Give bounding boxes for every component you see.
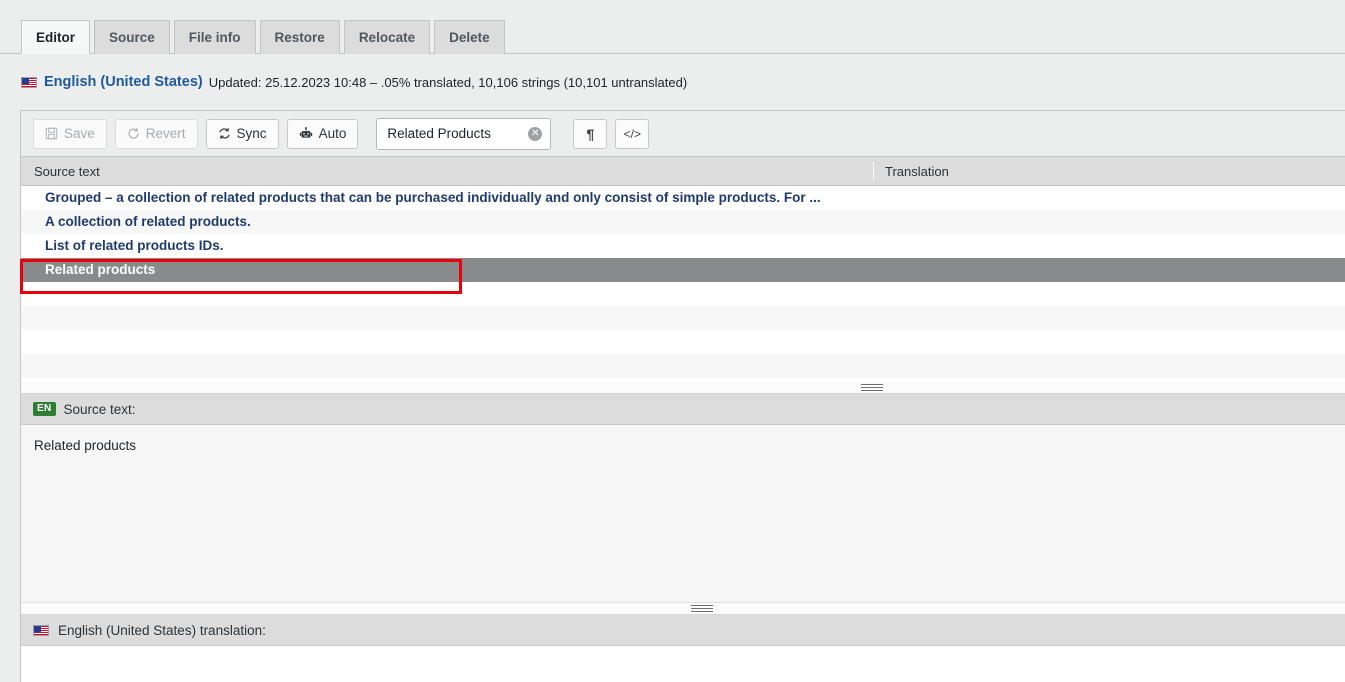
search-input[interactable]: [376, 117, 552, 150]
table-row[interactable]: [21, 330, 1345, 354]
source-translation-splitter[interactable]: [21, 603, 1345, 615]
tab-file-info[interactable]: File info: [173, 20, 256, 54]
table-header: Source text Translation: [21, 157, 1345, 186]
editor-toolbar: Save Revert Sync Auto Related Products ✕…: [21, 111, 1345, 157]
column-header-translation[interactable]: Translation: [885, 164, 1345, 179]
table-row[interactable]: List of related products IDs.: [21, 234, 1345, 258]
splitter-grip[interactable]: [861, 384, 883, 391]
sync-refresh-icon: [218, 127, 231, 140]
tab-source[interactable]: Source: [94, 20, 170, 54]
code-tags-icon: </>: [623, 126, 642, 141]
language-link[interactable]: English (United States): [44, 74, 203, 90]
pilcrow-icon: ¶: [586, 125, 595, 142]
language-status-line: English (United States) Updated: 25.12.2…: [21, 70, 687, 94]
translation-header: English (United States) translation:: [21, 615, 1345, 646]
source-language-badge: EN: [33, 402, 56, 416]
save-label: Save: [64, 126, 95, 141]
show-code-button[interactable]: </>: [615, 118, 650, 149]
table-row[interactable]: Grouped – a collection of related produc…: [21, 186, 1345, 210]
revert-button[interactable]: Revert: [114, 118, 198, 149]
source-text-title: Source text:: [63, 401, 136, 417]
editor-panel: Save Revert Sync Auto Related Products ✕…: [20, 110, 1345, 682]
translation-stats: Updated: 25.12.2023 10:48 – .05% transla…: [208, 74, 688, 90]
table-row[interactable]: [21, 306, 1345, 330]
show-formatting-button[interactable]: ¶: [573, 118, 608, 149]
column-divider[interactable]: [873, 162, 874, 180]
search-container: ✕: [376, 117, 552, 150]
auto-label: Auto: [318, 126, 347, 141]
us-flag-icon: [33, 624, 49, 636]
floppy-disk-icon: [45, 127, 58, 140]
table-source-splitter[interactable]: [21, 382, 1345, 394]
tab-bar: Editor Source File info Restore Relocate…: [0, 0, 1345, 54]
clear-circle-icon[interactable]: ✕: [528, 126, 543, 141]
revert-label: Revert: [145, 126, 186, 141]
splitter-grip[interactable]: [691, 605, 713, 612]
us-flag-icon: [21, 76, 37, 88]
save-button[interactable]: Save: [33, 118, 107, 149]
revert-arrow-icon: [127, 127, 140, 140]
sync-button[interactable]: Sync: [205, 118, 279, 149]
source-text-content: Related products: [21, 425, 1345, 603]
auto-button[interactable]: Auto: [286, 118, 359, 149]
table-row[interactable]: [21, 354, 1345, 378]
tab-restore[interactable]: Restore: [259, 20, 340, 54]
table-row[interactable]: [21, 282, 1345, 306]
translation-input[interactable]: [21, 646, 1345, 682]
table-row[interactable]: A collection of related products.: [21, 210, 1345, 234]
translation-title: English (United States) translation:: [58, 622, 266, 638]
robot-icon: [299, 127, 313, 140]
tab-relocate[interactable]: Relocate: [343, 20, 431, 54]
tab-editor[interactable]: Editor: [21, 20, 90, 54]
sync-label: Sync: [236, 126, 267, 141]
table-row-selected[interactable]: Related products: [21, 258, 1345, 282]
tab-delete[interactable]: Delete: [434, 20, 505, 54]
source-text-header: EN Source text:: [21, 394, 1345, 425]
column-header-source-text[interactable]: Source text: [21, 164, 873, 179]
strings-table: Grouped – a collection of related produc…: [21, 186, 1345, 382]
